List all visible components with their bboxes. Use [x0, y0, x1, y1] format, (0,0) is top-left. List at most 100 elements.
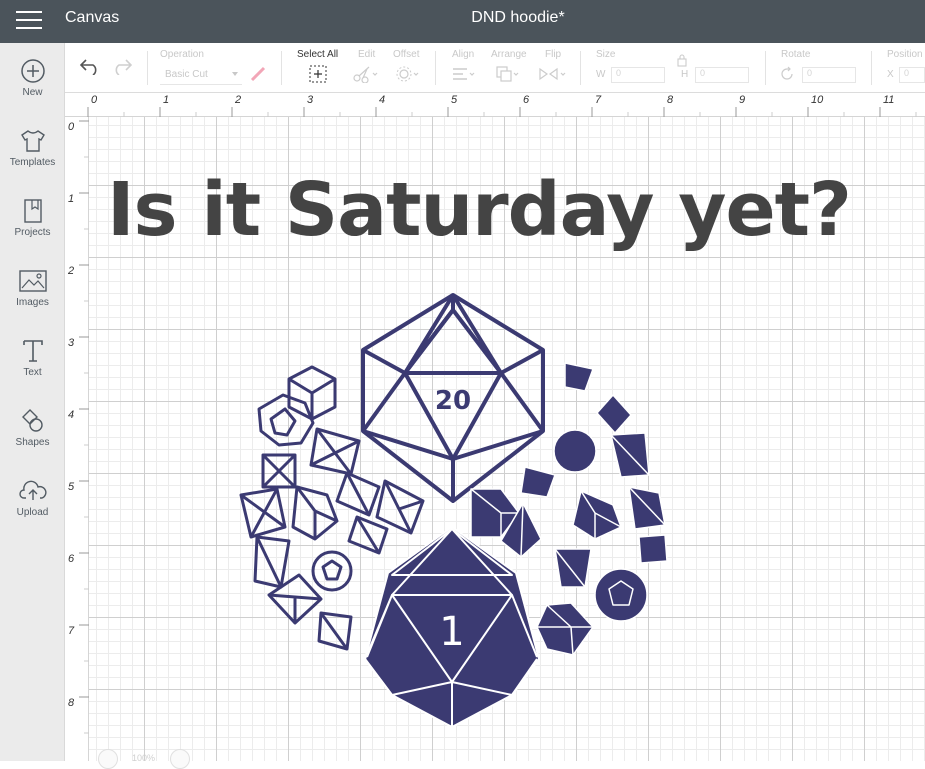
zoom-out-button[interactable] — [98, 749, 118, 769]
ruler-label: 6 — [523, 94, 530, 106]
align-label: Align — [452, 49, 475, 60]
rotate-label: Rotate — [781, 49, 811, 60]
offset-label: Offset — [393, 49, 420, 60]
ruler-label: 10 — [811, 94, 824, 106]
ruler-label: 3 — [307, 94, 314, 106]
ruler-label: 1 — [163, 94, 170, 106]
rotate-icon — [781, 66, 793, 80]
x-value: 0 — [904, 68, 910, 78]
sidebar-item-label: Text — [23, 367, 42, 378]
d20-bottom-number: 1 — [439, 609, 464, 655]
size-label: Size — [596, 49, 616, 60]
lock-icon[interactable] — [676, 53, 688, 67]
flip-group: Flip — [545, 49, 561, 60]
operation-group: Operation — [160, 49, 204, 60]
ruler-ticks — [87, 107, 917, 117]
operation-select[interactable]: Basic Cut — [160, 67, 242, 85]
width-input[interactable]: 0 — [611, 67, 665, 83]
ruler-label: 5 — [451, 94, 458, 106]
width-value: 0 — [616, 68, 622, 78]
design-canvas[interactable]: Is it Saturday yet? 20 1 — [89, 117, 925, 761]
sidebar-item-new[interactable]: New — [0, 58, 65, 98]
ruler-label: 0 — [68, 121, 75, 133]
undo-icon[interactable] — [79, 57, 101, 75]
position-group: Position — [887, 49, 923, 60]
arrange-group: Arrange — [491, 49, 527, 60]
cloud-upload-icon — [18, 480, 47, 500]
ruler-ticks — [79, 120, 89, 734]
offset-group: Offset — [393, 49, 420, 60]
sidebar-item-shapes[interactable]: Shapes — [0, 408, 65, 448]
chevron-down-icon — [232, 72, 238, 76]
sidebar-item-projects[interactable]: Projects — [0, 198, 65, 238]
ruler-label: 5 — [68, 481, 75, 493]
toolbar-divider — [281, 51, 282, 85]
flip-label: Flip — [545, 49, 562, 60]
zoom-in-button[interactable] — [170, 749, 190, 769]
offset-icon[interactable] — [395, 65, 421, 83]
select-all-icon[interactable] — [309, 65, 327, 83]
flip-icon[interactable] — [537, 65, 567, 83]
dice-graphic[interactable]: 20 1 — [89, 117, 925, 761]
toolbar-divider — [871, 51, 872, 85]
linetype-color-swatch[interactable] — [249, 65, 267, 83]
document-title[interactable]: DND hoodie* — [0, 9, 925, 27]
rotate-input[interactable]: 0 — [802, 67, 856, 83]
sidebar-item-label: Shapes — [15, 437, 50, 448]
toolbar-divider — [580, 51, 581, 85]
align-icon[interactable] — [451, 65, 477, 83]
scissors-icon[interactable] — [353, 65, 379, 83]
x-label: X — [887, 69, 894, 80]
rotate-group: Rotate — [781, 49, 810, 60]
width-label: W — [596, 69, 606, 80]
ruler-label: 1 — [68, 193, 75, 205]
toolbar-divider — [147, 51, 148, 85]
ruler-label: 3 — [68, 337, 75, 349]
sidebar-item-label: Upload — [16, 507, 49, 518]
ruler-label: 8 — [667, 94, 674, 106]
bookmark-icon — [23, 199, 42, 223]
left-ruler: 0 1 2 3 4 5 6 7 8 — [65, 117, 89, 761]
operation-value: Basic Cut — [165, 69, 208, 80]
redo-icon[interactable] — [111, 57, 133, 75]
ruler-label: 7 — [68, 625, 75, 637]
ruler-label: 8 — [68, 697, 75, 709]
ruler-label: 4 — [379, 94, 386, 106]
sidebar-item-text[interactable]: Text — [0, 338, 65, 378]
sidebar-item-label: Templates — [9, 157, 56, 168]
tshirt-icon — [20, 130, 45, 152]
plus-circle-icon — [20, 59, 45, 83]
sidebar-item-label: Projects — [14, 227, 51, 238]
ruler-label: 4 — [68, 409, 75, 421]
sidebar-item-label: New — [22, 87, 43, 98]
edit-group: Edit — [358, 49, 375, 60]
ruler-label: 2 — [68, 265, 75, 277]
arrange-icon[interactable] — [495, 65, 521, 83]
ruler-label: 7 — [595, 94, 602, 106]
sidebar-item-label: Images — [16, 297, 49, 308]
select-all-label: Select All — [297, 49, 339, 60]
sidebar-item-upload[interactable]: Upload — [0, 478, 65, 518]
position-label: Position — [887, 49, 923, 60]
sidebar-item-templates[interactable]: Templates — [0, 128, 65, 168]
sidebar-item-images[interactable]: Images — [0, 268, 65, 308]
ruler-label: 11 — [883, 94, 895, 106]
arrange-label: Arrange — [491, 49, 527, 60]
image-icon — [18, 270, 47, 292]
rotate-value: 0 — [807, 68, 813, 78]
select-all-group[interactable]: Select All — [297, 49, 338, 60]
toolbar-divider — [435, 51, 436, 85]
height-input[interactable]: 0 — [695, 67, 749, 83]
x-input[interactable]: 0 — [899, 67, 925, 83]
ruler-label: 9 — [739, 94, 746, 106]
left-sidebar: New Templates Projects Images Text Shape… — [0, 43, 65, 761]
height-label: H — [681, 69, 689, 80]
top-ruler: 0 1 2 3 4 5 6 7 8 9 10 11 — [65, 93, 925, 117]
top-bar: Canvas DND hoodie* — [0, 0, 925, 43]
height-value: 0 — [700, 68, 706, 78]
zoom-control: 100% — [98, 749, 198, 769]
ruler-label: 2 — [235, 94, 242, 106]
operation-label: Operation — [160, 49, 204, 60]
size-group: Size — [596, 49, 615, 60]
shapes-icon — [21, 409, 43, 432]
